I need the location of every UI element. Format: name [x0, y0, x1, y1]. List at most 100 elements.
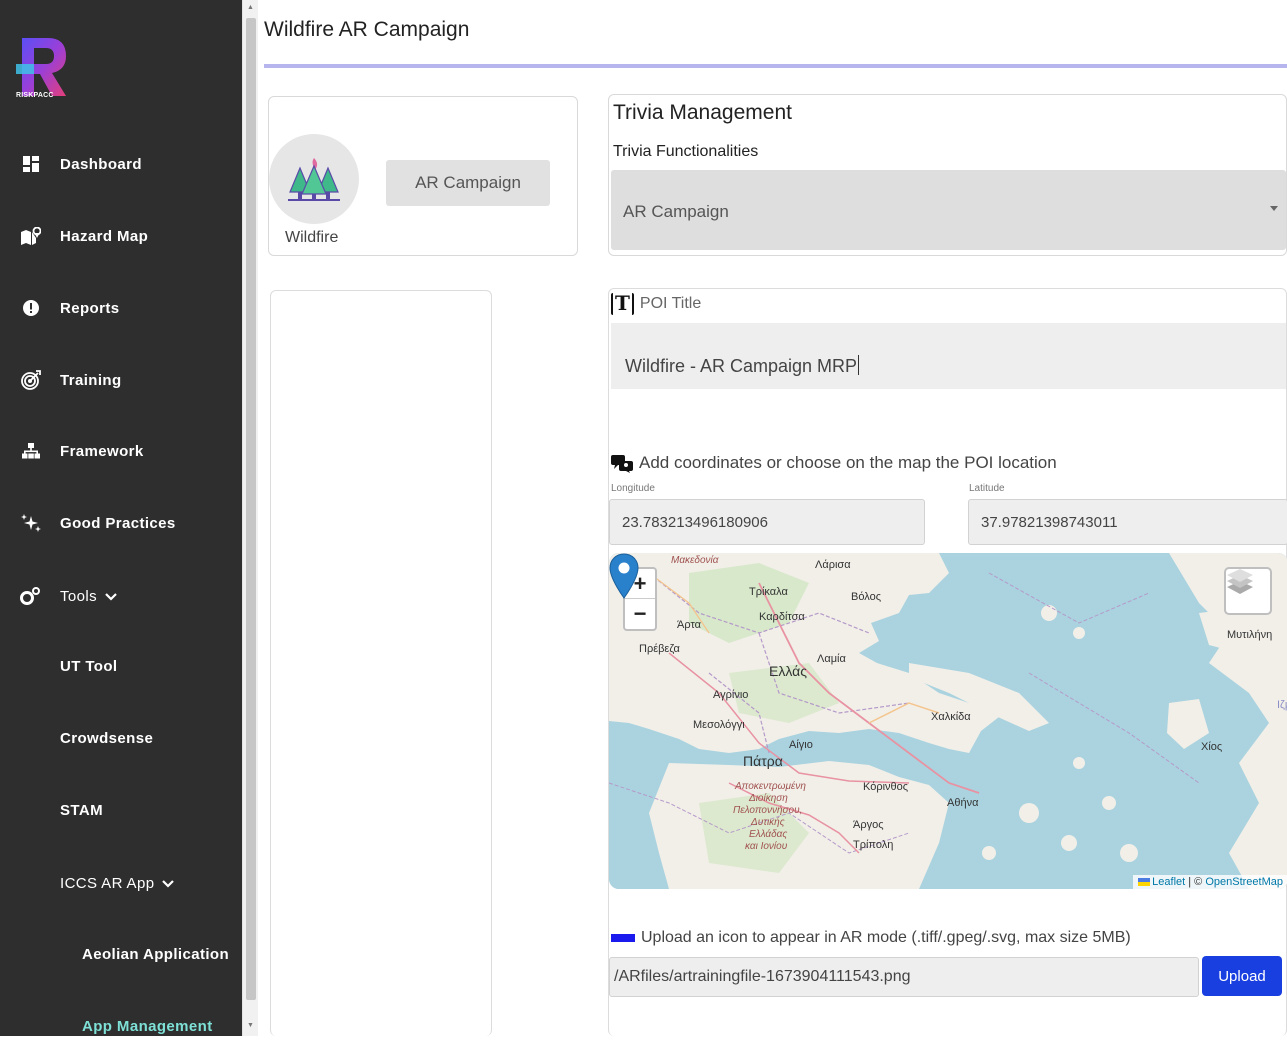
openstreetmap-link[interactable]: OpenStreetMap	[1205, 876, 1283, 888]
leaflet-link[interactable]: Leaflet	[1152, 876, 1185, 888]
sidebar-item-label: Good Practices	[60, 514, 176, 532]
dashboard-icon	[20, 153, 42, 175]
trivia-select-value: AR Campaign	[623, 202, 729, 221]
map-region-label: Αποκεντρωμένη	[735, 781, 806, 792]
ar-campaign-button[interactable]: AR Campaign	[386, 160, 550, 206]
layers-icon	[1227, 569, 1253, 594]
scroll-up-icon[interactable]: ▲	[247, 4, 254, 11]
map-place-label: Ελλάς	[769, 663, 807, 679]
map-place-label: Πρέβεζα	[639, 643, 680, 655]
blue-bar-icon	[611, 934, 635, 942]
campaign-card: Wildfire AR Campaign	[268, 96, 578, 256]
scroll-down-icon[interactable]: ▼	[247, 1022, 254, 1029]
map-attribution: Leaflet | © OpenStreetMap	[1133, 875, 1287, 889]
map-marker-chat-icon	[611, 455, 633, 473]
sidebar-item-label: Reports	[60, 299, 120, 317]
map-place-label: Μεσολόγγι	[693, 719, 745, 731]
sidebar-item-good-practices[interactable]: Good Practices	[0, 503, 242, 543]
upload-button[interactable]: Upload	[1202, 956, 1282, 996]
chevron-down-icon	[162, 875, 175, 892]
longitude-label: Longitude	[611, 483, 655, 494]
coordinates-label: Add coordinates or choose on the map the…	[639, 453, 1057, 472]
sidebar-subitem-label: ICCS AR App	[60, 875, 175, 892]
sidebar-item-training[interactable]: Training	[0, 360, 242, 400]
sidebar-item-framework[interactable]: Framework	[0, 431, 242, 471]
wildfire-forest-icon	[288, 158, 340, 201]
map-place-label: Αθήνα	[947, 797, 979, 809]
hazard-label: Wildfire	[285, 229, 339, 246]
sidebar-item-tools[interactable]: Tools	[0, 576, 242, 616]
sidebar-scrollbar[interactable]: ▲ ▼	[242, 0, 258, 1036]
map-place-label: Τρίπολη	[853, 839, 894, 851]
sidebar-subitem-label-active: App Management	[82, 1017, 213, 1035]
map-place-label: Βόλος	[851, 591, 881, 603]
map-place-label: Άργος	[853, 819, 884, 831]
title-underline	[264, 64, 1287, 68]
map-region-label: Πελοποννήσου,	[733, 805, 803, 816]
upload-file-path-input[interactable]: /ARfiles/artrainingfile-1673904111543.pn…	[609, 957, 1199, 997]
sidebar-item-label: Framework	[60, 442, 144, 460]
sidebar-item-reports[interactable]: Reports	[0, 288, 242, 328]
sidebar-item-label: Dashboard	[60, 155, 142, 173]
coordinates-label-row: Add coordinates or choose on the map the…	[611, 453, 1057, 473]
map-region-label: και Ιονίου	[745, 841, 788, 852]
chevron-down-icon	[105, 588, 117, 605]
trivia-title: Trivia Management	[613, 101, 792, 124]
map-place-label: Λάρισα	[815, 559, 851, 571]
map-place-label: Αγρίνιο	[713, 689, 749, 701]
sidebar-item-app-management[interactable]: App Management	[0, 1006, 242, 1046]
wildfire-avatar[interactable]	[269, 134, 359, 224]
map-place-label: Χαλκίδα	[931, 711, 971, 723]
map-place-label: Αίγιο	[789, 739, 813, 751]
upload-label: Upload an icon to appear in AR mode (.ti…	[641, 929, 1131, 946]
trivia-card: Trivia Management Trivia Functionalities…	[608, 94, 1287, 256]
map-region-label: Δυτικής	[751, 817, 785, 828]
ukraine-flag-icon	[1138, 878, 1151, 886]
map-place-label: Άρτα	[677, 619, 701, 631]
sidebar-subitem-label: UT Tool	[60, 657, 118, 675]
map-place-label: Καρδίτσα	[759, 611, 805, 623]
sidebar-item-hazard-map[interactable]: Hazard Map	[0, 216, 242, 256]
zoom-out-button[interactable]: −	[625, 599, 655, 629]
poi-location-map[interactable]: Μακεδονία Λάρισα Τρίκαλα Βόλος Καρδίτσα …	[609, 553, 1287, 889]
sparkles-icon	[20, 512, 42, 534]
trivia-subtitle: Trivia Functionalities	[613, 143, 759, 160]
sidebar-subitem-label: Aeolian Application	[82, 945, 230, 963]
sidebar-item-crowdsense[interactable]: Crowdsense	[0, 718, 242, 758]
latitude-input[interactable]: 37.97821398743011	[968, 499, 1287, 545]
sidebar-item-label: Hazard Map	[60, 227, 149, 245]
poi-form-card: T POI Title Wildfire - AR Campaign MRP A…	[608, 288, 1287, 1036]
sidebar-item-dashboard[interactable]: Dashboard	[0, 144, 242, 184]
sidebar-item-aeolian-application[interactable]: Aeolian Application	[0, 934, 242, 974]
map-place-label: Χίος	[1201, 741, 1223, 753]
sitemap-icon	[20, 440, 42, 462]
sidebar-item-ut-tool[interactable]: UT Tool	[0, 646, 242, 686]
map-place-label: Τρίκαλα	[749, 586, 788, 598]
map-place-label: Μακεδονία	[671, 555, 719, 566]
map-region-label: Διοίκηση	[749, 793, 788, 804]
sidebar-item-stam[interactable]: STAM	[0, 790, 242, 830]
poi-title-value: Wildfire - AR Campaign MRP	[625, 355, 860, 377]
poi-list-panel	[270, 290, 492, 1036]
poi-title-text: Wildfire - AR Campaign MRP	[625, 356, 858, 376]
map-place-label: Πάτρα	[743, 753, 783, 769]
caret-down-icon	[1270, 206, 1278, 211]
sidebar-item-label: Tools	[60, 588, 117, 605]
text-cursor	[858, 355, 860, 375]
layers-button[interactable]	[1224, 567, 1272, 615]
scroll-thumb[interactable]	[246, 18, 256, 1000]
tools-label: Tools	[60, 587, 98, 605]
sidebar-item-label: Training	[60, 371, 122, 389]
latitude-label: Latitude	[969, 483, 1005, 494]
trivia-functionality-select[interactable]: AR Campaign	[611, 170, 1286, 250]
map-icon	[20, 225, 42, 247]
gears-icon	[20, 585, 42, 607]
map-place-label: Λαμία	[817, 653, 846, 665]
attribution-separator: | ©	[1185, 876, 1206, 888]
longitude-input[interactable]: 23.783213496180906	[609, 499, 925, 545]
text-icon: T	[611, 293, 634, 315]
map-marker-icon[interactable]	[609, 553, 639, 601]
alert-icon	[20, 297, 42, 319]
upload-label-row: Upload an icon to appear in AR mode (.ti…	[611, 929, 1131, 947]
sidebar-item-iccs-ar-app[interactable]: ICCS AR App	[0, 863, 242, 903]
